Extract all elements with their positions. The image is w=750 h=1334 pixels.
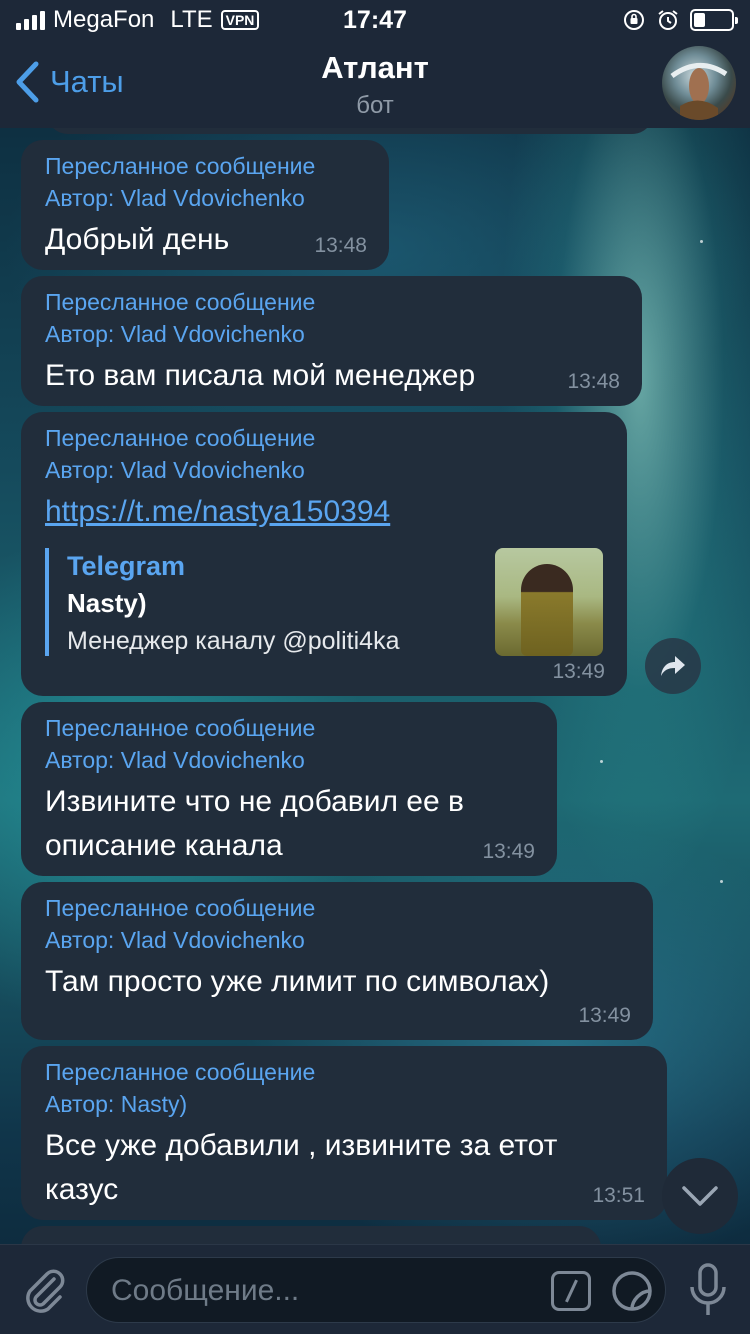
author-prefix: Автор: [45,747,121,773]
message-text-line: Извините что не добавил ее в [45,785,464,818]
message-text: Там просто уже лимит по символах) [45,965,550,998]
status-time: 17:47 [343,5,407,34]
author-prefix: Автор: [45,457,121,483]
avatar-image [670,63,728,120]
slash-command-icon[interactable] [551,1271,591,1311]
scroll-down-button[interactable] [662,1158,738,1234]
microphone-icon[interactable] [688,1263,728,1319]
chat-header: Чаты Атлант бот [0,40,750,128]
message-bubble[interactable]: Пересланное сообщение Автор: Vlad Vdovic… [21,702,557,876]
chat-title-area[interactable]: Атлант бот [0,50,750,120]
chat-title: Атлант [321,50,429,85]
forwarded-author[interactable]: Автор: Nasty) [45,1088,643,1120]
battery-level [694,13,705,27]
message-bubble[interactable]: Пересланное сообщение Автор: Nasty) Все … [21,1046,667,1220]
message-list[interactable]: Пересланное сообщение Автор: Vlad Vdovic… [0,128,750,1244]
message-bubble-partial [21,1226,601,1244]
composer-bar [0,1244,750,1334]
message-time: 13:49 [578,1004,631,1027]
author-prefix: Автор: [45,185,121,211]
author-prefix: Автор: [45,1091,121,1117]
forwarded-author[interactable]: Автор: Vlad Vdovichenko [45,182,365,214]
avatar[interactable] [662,46,736,120]
network-type: LTE [170,6,213,33]
message-link[interactable]: https://t.me/nastya150394 [45,490,603,534]
orientation-lock-icon [624,10,644,30]
message-bubble[interactable]: Пересланное сообщение Автор: Vlad Vdovic… [21,412,627,696]
share-arrow-icon [661,656,685,676]
forwarded-label: Пересланное сообщение [45,153,316,179]
forwarded-label: Пересланное сообщение [45,289,316,315]
forwarded-author[interactable]: Автор: Vlad Vdovichenko [45,454,603,486]
link-preview[interactable]: Telegram Nasty) Менеджер каналу @politi4… [45,548,603,656]
share-button[interactable] [645,638,701,694]
message-bubble[interactable]: Пересланное сообщение Автор: Vlad Vdovic… [21,140,389,270]
author-name: Vlad Vdovichenko [120,927,305,953]
message-text: Ето вам писала мой менеджер [45,359,476,392]
message-text-line: описание канала [45,829,283,862]
sticker-icon[interactable] [611,1270,653,1312]
preview-site-name: Telegram [67,551,186,581]
forwarded-author[interactable]: Автор: Vlad Vdovichenko [45,318,618,350]
preview-title: Nasty) [67,588,147,618]
message-text: Все уже добавили , извините за етот казу… [45,1124,643,1212]
preview-description: Менеджер каналу @politi4ka [67,627,400,655]
forwarded-label: Пересланное сообщение [45,1059,316,1085]
forwarded-author[interactable]: Автор: Vlad Vdovichenko [45,924,629,956]
message-time: 13:48 [314,234,367,257]
forwarded-author[interactable]: Автор: Vlad Vdovichenko [45,744,533,776]
battery-icon [690,9,738,31]
forwarded-label: Пересланное сообщение [45,715,316,741]
message-bubble[interactable]: Пересланное сообщение Автор: Vlad Vdovic… [21,882,653,1040]
signal-strength-icon [16,10,45,30]
message-bubble[interactable]: Пересланное сообщение Автор: Vlad Vdovic… [21,276,642,406]
author-name: Vlad Vdovichenko [120,457,305,483]
preview-thumbnail[interactable] [495,548,603,656]
paperclip-icon[interactable] [20,1265,68,1313]
chat-subtitle: бот [356,92,394,119]
author-name: Vlad Vdovichenko [120,747,305,773]
author-prefix: Автор: [45,927,121,953]
message-text-line: Все уже добавили , извините за етот [45,1129,558,1162]
message-time: 13:49 [482,840,535,863]
message-input-field[interactable] [86,1257,666,1323]
author-name: Nasty) [120,1091,188,1117]
message-bubble-partial [46,128,654,134]
author-name: Vlad Vdovichenko [120,185,305,211]
alarm-icon [658,10,678,30]
author-prefix: Автор: [45,321,121,347]
message-input[interactable] [111,1270,541,1312]
message-time: 13:48 [567,370,620,393]
vpn-badge: VPN [220,10,260,30]
message-text: Извините что не добавил ее в описание ка… [45,780,533,868]
message-text-line: казус [45,1173,119,1206]
carrier-name: MegaFon [53,6,155,33]
message-time: 13:49 [552,660,605,683]
message-time: 13:51 [592,1184,645,1207]
author-name: Vlad Vdovichenko [120,321,305,347]
thumbnail-person [521,564,573,656]
chevron-down-icon [682,1186,718,1206]
forwarded-label: Пересланное сообщение [45,895,316,921]
forwarded-label: Пересланное сообщение [45,425,316,451]
status-bar: MegaFon LTE VPN 17:47 [0,0,750,40]
